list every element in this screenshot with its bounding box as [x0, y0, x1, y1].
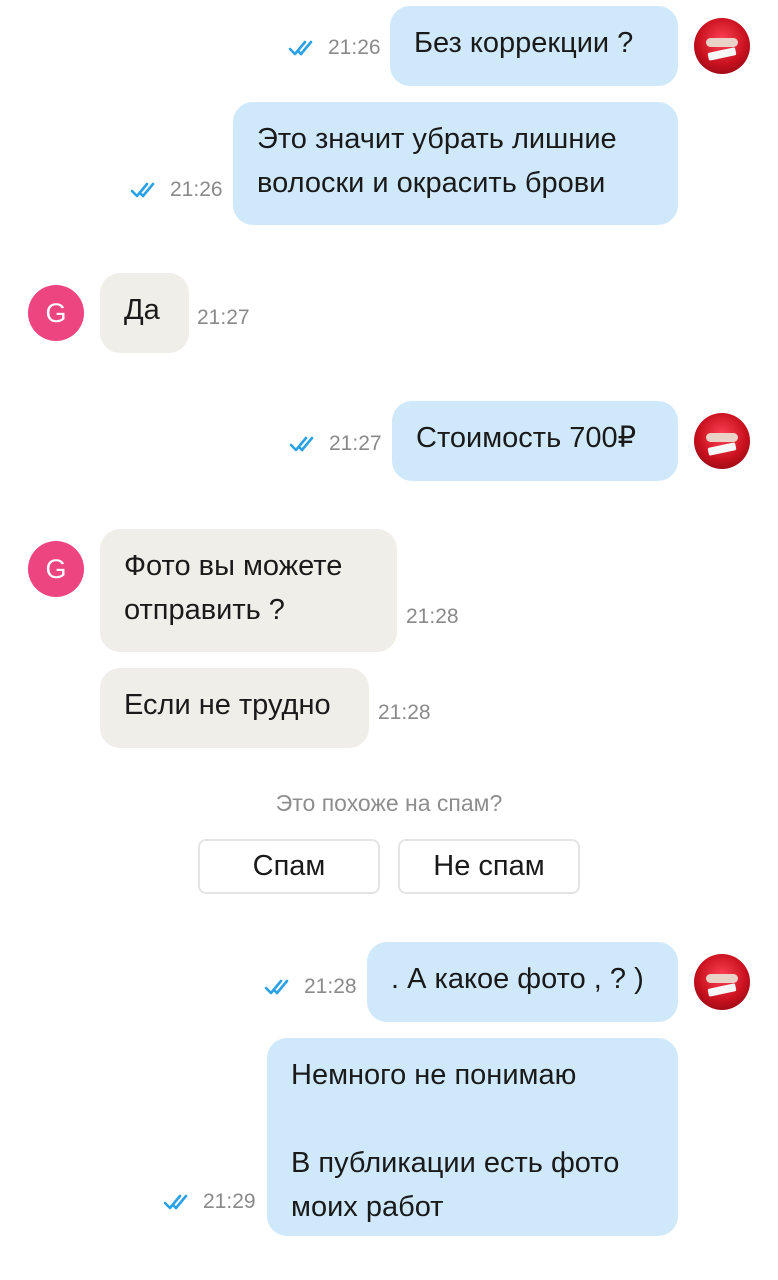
not-spam-button[interactable]: Не спам [398, 839, 580, 894]
message-meta: 21:29 [163, 1190, 256, 1214]
message-meta: 21:28 [264, 975, 357, 999]
avatar-logo [707, 983, 737, 997]
message-meta: 21:28 [406, 605, 459, 629]
my-avatar[interactable] [694, 954, 750, 1010]
double-check-icon [288, 40, 313, 56]
message-meta: 21:26 [130, 178, 223, 202]
avatar-eyes [706, 974, 738, 983]
message-meta: 21:28 [378, 701, 431, 725]
message-meta: 21:27 [197, 306, 250, 330]
incoming-message[interactable]: Да [100, 273, 189, 353]
message-time: 21:28 [378, 701, 431, 724]
avatar-eyes [706, 38, 738, 47]
incoming-message[interactable]: Фото вы можете отправить ? [100, 529, 397, 652]
message-time: 21:28 [304, 975, 357, 998]
my-avatar[interactable] [694, 413, 750, 469]
message-time: 21:27 [329, 432, 382, 455]
my-avatar[interactable] [694, 18, 750, 74]
spam-question: Это похоже на спам? [275, 790, 503, 816]
message-meta: 21:26 [288, 36, 381, 60]
contact-avatar[interactable]: G [28, 285, 84, 341]
double-check-icon [163, 1194, 188, 1210]
message-time: 21:26 [170, 178, 223, 201]
incoming-message[interactable]: Если не трудно [100, 668, 369, 748]
outgoing-message[interactable]: Без коррекции ? [390, 6, 678, 86]
double-check-icon [264, 979, 289, 995]
message-time: 21:26 [328, 36, 381, 59]
outgoing-message[interactable]: Стоимость 700₽ [392, 401, 678, 481]
avatar-logo [707, 442, 737, 456]
outgoing-message[interactable]: Это значит убрать лишние волоски и окрас… [233, 102, 678, 225]
contact-avatar[interactable]: G [28, 541, 84, 597]
message-time: 21:29 [203, 1190, 256, 1213]
chat-thread: 21:26 Без коррекции ? 21:26 Это значит у… [0, 0, 778, 1280]
outgoing-message[interactable]: Немного не понимаю В публикации есть фот… [267, 1038, 678, 1236]
double-check-icon [130, 182, 155, 198]
avatar-logo [707, 47, 737, 61]
message-time: 21:27 [197, 306, 250, 329]
message-meta: 21:27 [289, 432, 382, 456]
avatar-eyes [706, 433, 738, 442]
outgoing-message[interactable]: . А какое фото , ? ) [367, 942, 678, 1022]
double-check-icon [289, 436, 314, 452]
message-time: 21:28 [406, 605, 459, 628]
spam-button[interactable]: Спам [198, 839, 380, 894]
